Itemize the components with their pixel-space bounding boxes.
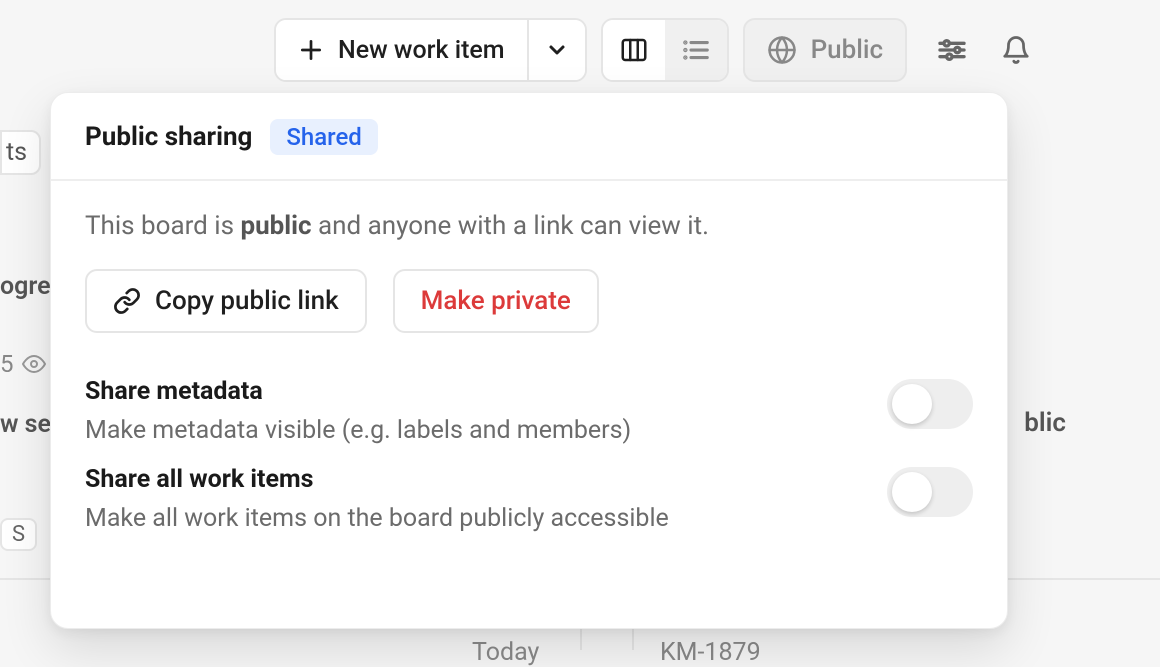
share-metadata-labels: Share metadata Make metadata visible (e.… [85,377,887,459]
share-all-items-title: Share all work items [85,465,887,494]
popover-title: Public sharing [85,122,252,152]
columns-icon [619,35,649,65]
public-sharing-popover: Public sharing Shared This board is publ… [50,92,1008,629]
new-work-item-label: New work item [338,36,505,65]
toggle-knob [892,472,932,512]
popover-description: This board is public and anyone with a l… [85,211,973,241]
share-all-items-setting: Share all work items Make all work items… [85,465,973,547]
view-toggle [601,18,729,82]
bg-column-header-fragment: ogre [0,272,51,301]
share-metadata-desc: Make metadata visible (e.g. labels and m… [85,416,887,445]
list-view-button[interactable] [665,20,727,80]
desc-suffix: and anyone with a link can view it. [312,211,709,241]
bg-size-badge: S [0,518,37,551]
copy-link-label: Copy public link [155,286,339,316]
popover-header: Public sharing Shared [51,93,1007,181]
share-all-items-labels: Share all work items Make all work items… [85,465,887,547]
eye-icon [22,352,46,376]
globe-icon [767,35,797,65]
make-private-label: Make private [421,286,571,316]
share-all-items-toggle[interactable] [887,467,973,517]
list-icon [681,35,711,65]
public-label: Public [811,35,884,65]
bell-icon [1001,35,1031,65]
public-visibility-button[interactable]: Public [743,18,908,82]
toggle-knob [892,384,932,424]
copy-public-link-button[interactable]: Copy public link [85,269,367,333]
plus-icon [298,37,324,63]
bg-right-fragment: blic [1024,408,1066,438]
share-all-items-desc: Make all work items on the board publicl… [85,504,887,533]
shared-badge: Shared [270,119,377,155]
bg-card-title-fragment: w se [0,410,51,439]
new-work-item-dropdown[interactable] [529,20,585,80]
toolbar: New work item [0,0,1160,100]
bg-count: 5 [0,350,14,378]
bg-card-meta: 5 [0,350,46,378]
share-metadata-title: Share metadata [85,377,887,406]
share-metadata-toggle[interactable] [887,379,973,429]
bg-today: Today [472,638,539,667]
share-metadata-setting: Share metadata Make metadata visible (e.… [85,377,973,459]
make-private-button[interactable]: Make private [393,269,599,333]
link-icon [113,287,141,315]
chevron-down-icon [545,38,569,62]
popover-actions: Copy public link Make private [85,269,973,333]
popover-body: This board is public and anyone with a l… [51,181,1007,573]
bg-ts-fragment: ts [0,130,41,175]
desc-bold: public [240,211,311,241]
settings-button[interactable] [927,25,977,75]
desc-prefix: This board is [85,211,240,241]
new-work-item-group: New work item [274,18,587,82]
sliders-icon [936,34,968,66]
bg-item-id: KM-1879 [660,638,761,667]
notifications-button[interactable] [991,25,1041,75]
new-work-item-button[interactable]: New work item [276,20,529,80]
board-view-button[interactable] [603,20,665,80]
